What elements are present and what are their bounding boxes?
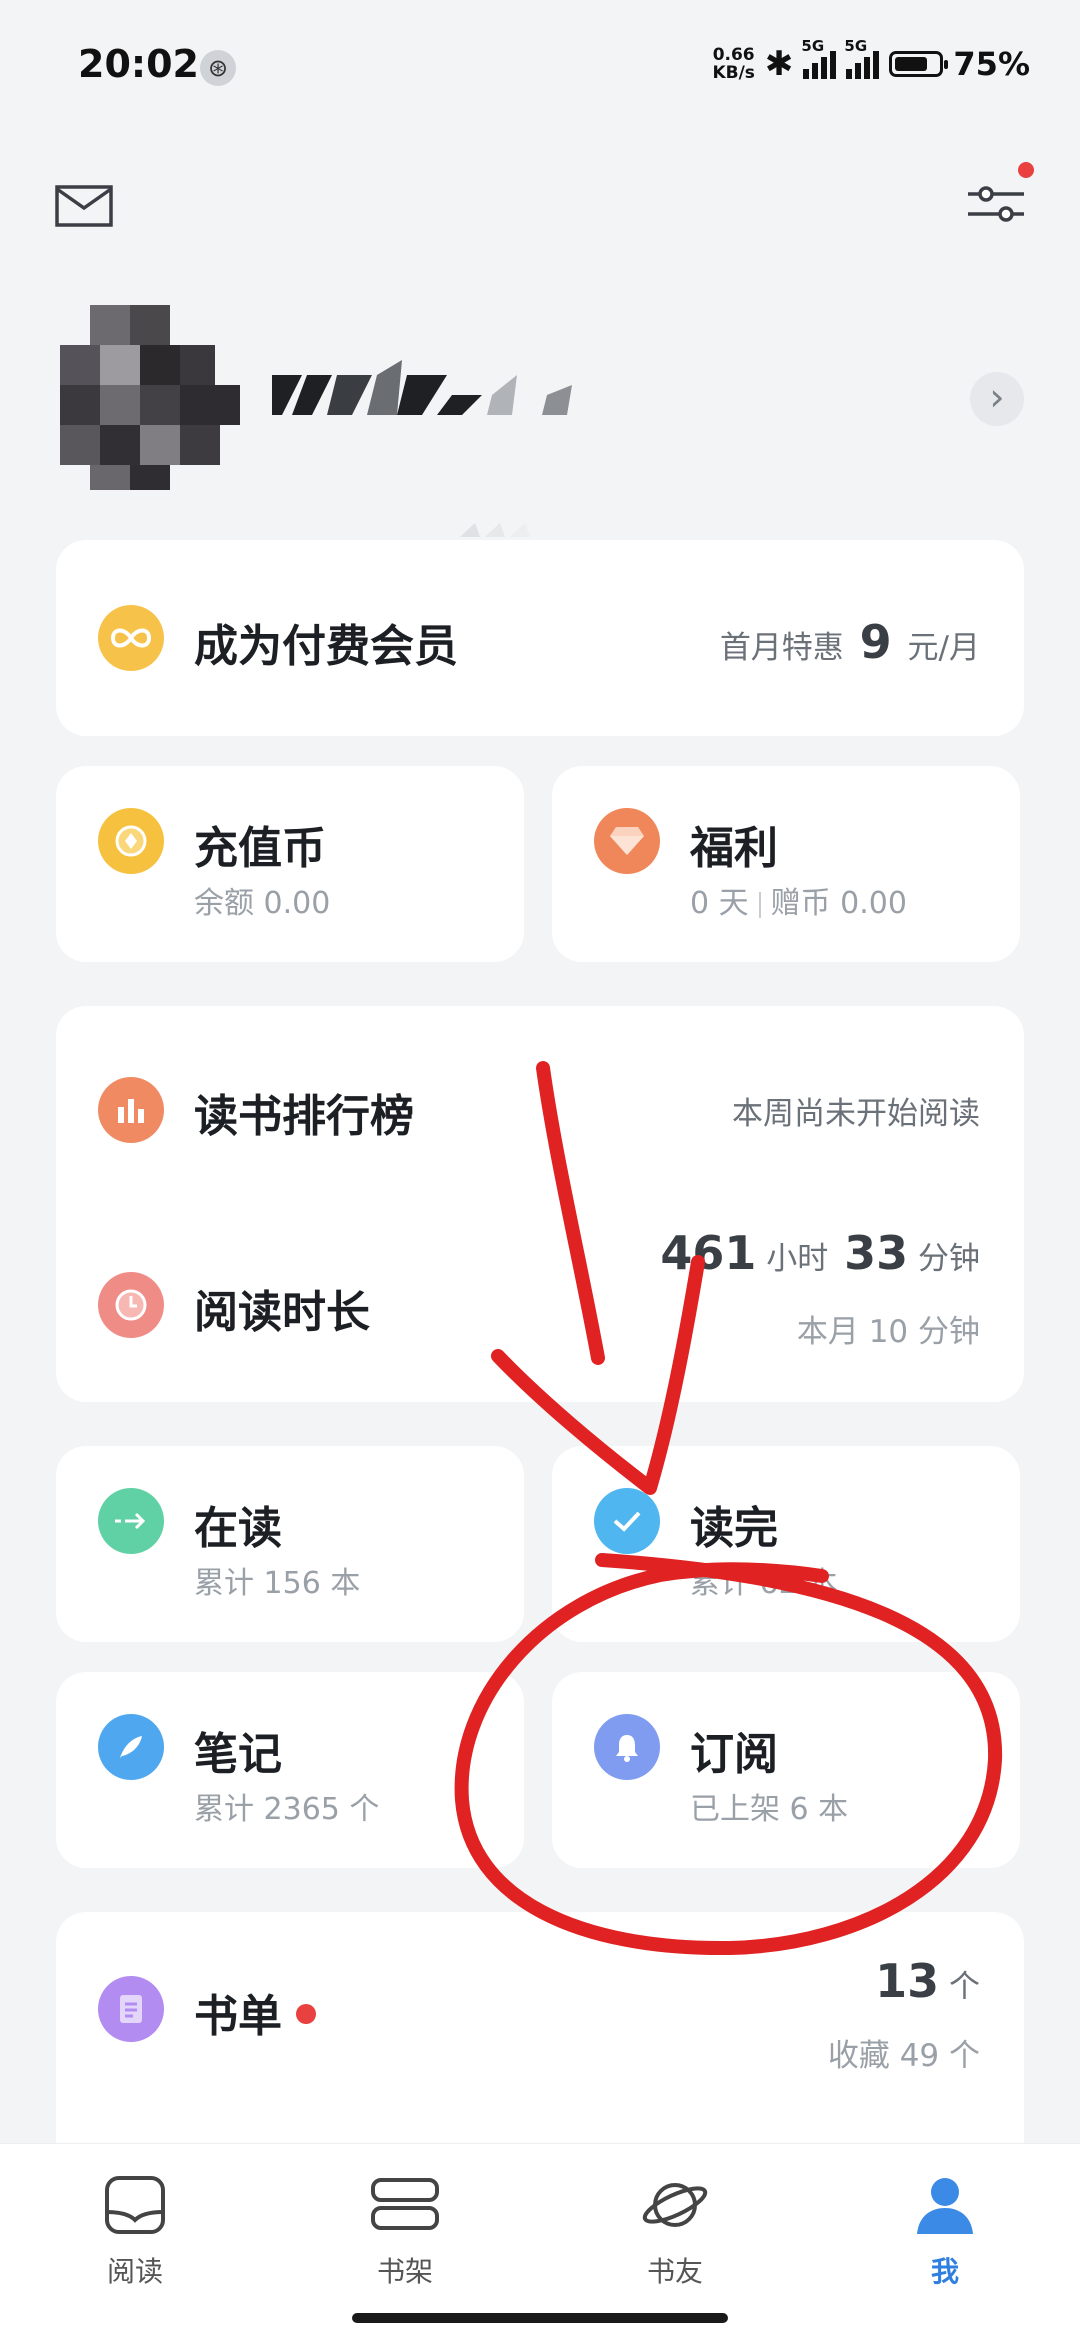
clock-icon xyxy=(98,1272,164,1338)
avatar[interactable] xyxy=(60,305,245,490)
recharge-title: 充值币 xyxy=(194,823,326,874)
notes-card[interactable]: 笔记 累计 2365 个 xyxy=(56,1672,524,1868)
recharge-balance: 余额 0.00 xyxy=(194,886,331,921)
planet-icon xyxy=(642,2183,708,2227)
check-icon xyxy=(594,1488,660,1554)
status-time: 20:02 xyxy=(78,42,199,86)
notification-dot xyxy=(1018,162,1034,178)
nav-read[interactable]: 阅读 xyxy=(55,2174,215,2290)
home-indicator xyxy=(352,2313,728,2323)
bar-chart-icon xyxy=(98,1077,164,1143)
username-redacted xyxy=(272,360,572,415)
ranking-row[interactable]: 读书排行榜 本周尚未开始阅读 xyxy=(56,1006,1024,1206)
reading-title: 在读 xyxy=(194,1503,282,1554)
network-speed: 0.66 KB/s xyxy=(712,45,755,83)
finished-sub: 累计 62 本 xyxy=(690,1566,838,1601)
bookshelf-icon xyxy=(371,2178,439,2230)
list-document-icon xyxy=(98,1976,164,2042)
subscribe-title: 订阅 xyxy=(690,1729,778,1780)
nav-me[interactable]: 我 xyxy=(865,2174,1025,2290)
bluetooth-icon: ✱ xyxy=(764,44,794,84)
membership-title: 成为付费会员 xyxy=(194,621,458,672)
signal-icon-sim1: 5G xyxy=(801,37,837,79)
bell-icon xyxy=(594,1714,660,1780)
reading-time-total: 461 小时 33 分钟 xyxy=(660,1226,980,1280)
membership-offer: 首月特惠 9 元/月 xyxy=(719,615,980,669)
steering-wheel-icon: ⊛ xyxy=(200,50,236,86)
arrow-right-icon xyxy=(98,1488,164,1554)
finished-title: 读完 xyxy=(690,1503,778,1554)
battery-percent: 75% xyxy=(953,45,1030,83)
mail-icon[interactable] xyxy=(54,184,114,228)
reading-card[interactable]: 在读 累计 156 本 xyxy=(56,1446,524,1642)
signal-icon-sim2: 5G xyxy=(844,37,880,79)
welfare-title: 福利 xyxy=(690,823,778,874)
feather-icon xyxy=(98,1714,164,1780)
booklist-card[interactable]: 书单 13 个 收藏 49 个 xyxy=(56,1912,1024,2172)
reading-time-row[interactable]: 阅读时长 461 小时 33 分钟 本月 10 分钟 xyxy=(56,1206,1024,1402)
person-icon xyxy=(917,2178,973,2234)
notes-title: 笔记 xyxy=(194,1729,282,1780)
nav-bookshelf[interactable]: 书架 xyxy=(325,2174,485,2290)
coin-icon xyxy=(98,808,164,874)
ranking-status: 本周尚未开始阅读 xyxy=(732,1096,980,1132)
welfare-card[interactable]: 福利 0 天赠币 0.00 xyxy=(552,766,1020,962)
reading-sub: 累计 156 本 xyxy=(194,1566,361,1601)
booklist-collected: 收藏 49 个 xyxy=(827,2038,980,2074)
notes-sub: 累计 2365 个 xyxy=(194,1792,380,1827)
welfare-sub: 0 天赠币 0.00 xyxy=(690,886,907,921)
recharge-card[interactable]: 充值币 余额 0.00 xyxy=(56,766,524,962)
stats-card: 读书排行榜 本周尚未开始阅读 阅读时长 461 小时 33 分钟 本月 10 分… xyxy=(56,1006,1024,1402)
booklist-new-dot xyxy=(296,2004,316,2024)
subscribe-sub: 已上架 6 本 xyxy=(690,1792,849,1827)
ranking-title: 读书排行榜 xyxy=(194,1091,414,1142)
booklist-count: 13 个 xyxy=(875,1954,980,2008)
profile-chevron-icon[interactable]: › xyxy=(970,372,1024,426)
bottom-nav: 阅读 书架 书友 我 xyxy=(0,2143,1080,2340)
subscribe-card[interactable]: 订阅 已上架 6 本 xyxy=(552,1672,1020,1868)
diamond-icon xyxy=(594,808,660,874)
reading-time-month: 本月 10 分钟 xyxy=(796,1314,980,1350)
membership-card[interactable]: 成为付费会员 首月特惠 9 元/月 xyxy=(56,540,1024,736)
book-open-icon xyxy=(105,2176,165,2234)
battery-icon xyxy=(889,51,949,77)
settings-sliders-icon[interactable] xyxy=(964,176,1028,232)
finished-card[interactable]: 读完 累计 62 本 xyxy=(552,1446,1020,1642)
profile-subtitle-redacted xyxy=(460,523,530,537)
nav-friends[interactable]: 书友 xyxy=(595,2174,755,2290)
booklist-title: 书单 xyxy=(194,1991,282,2042)
reading-time-title: 阅读时长 xyxy=(194,1287,370,1338)
infinity-icon xyxy=(98,605,164,671)
status-right: 0.66 KB/s ✱ 5G 5G 75% xyxy=(712,37,1030,84)
